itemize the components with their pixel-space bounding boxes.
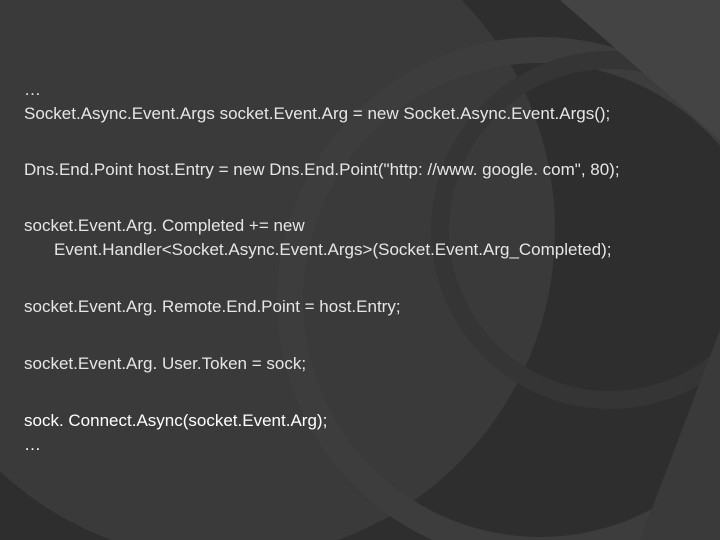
code-line-socket-event-args: Socket.Async.Event.Args socket.Event.Arg… [24,104,611,123]
code-line-completed-handler-cont: Event.Handler<Socket.Async.Event.Args>(S… [54,240,612,259]
code-line-ellipsis-bottom: … [24,435,41,454]
slide: … Socket.Async.Event.Args socket.Event.A… [0,0,720,540]
code-line-remote-endpoint: socket.Event.Arg. Remote.End.Point = hos… [24,297,401,316]
code-line-completed-handler: socket.Event.Arg. Completed += new [24,216,305,235]
code-line-user-token: socket.Event.Arg. User.Token = sock; [24,354,307,373]
code-block: … Socket.Async.Event.Args socket.Event.A… [24,78,704,457]
code-line-connect-async: sock. Connect.Async(socket.Event.Arg); [24,411,328,430]
code-line-ellipsis-top: … [24,80,41,99]
code-line-dns-endpoint: Dns.End.Point host.Entry = new Dns.End.P… [24,160,620,179]
